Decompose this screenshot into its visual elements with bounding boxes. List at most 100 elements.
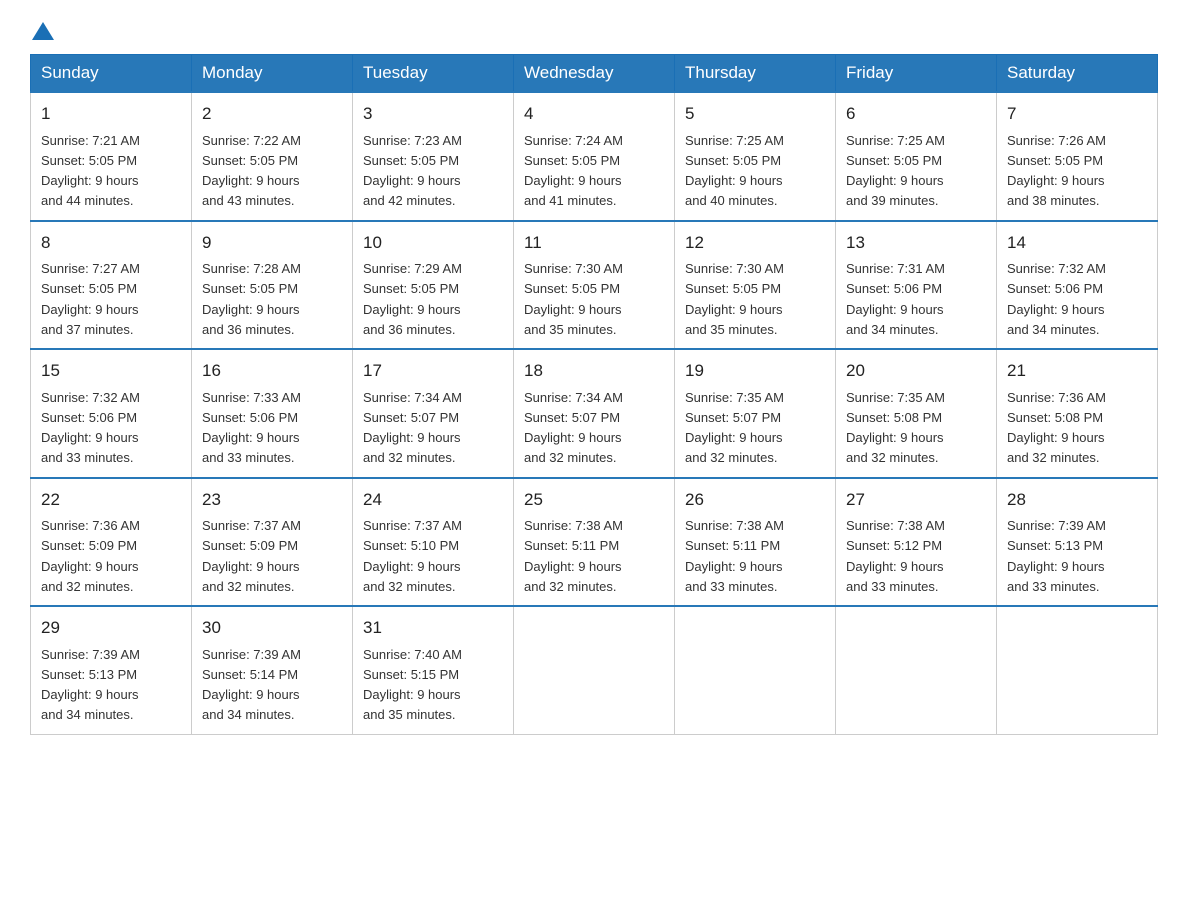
day-number: 31 bbox=[363, 615, 503, 641]
day-info: Sunrise: 7:30 AMSunset: 5:05 PMDaylight:… bbox=[524, 261, 623, 337]
day-number: 20 bbox=[846, 358, 986, 384]
calendar-day-cell: 18 Sunrise: 7:34 AMSunset: 5:07 PMDaylig… bbox=[514, 349, 675, 478]
calendar-day-cell: 27 Sunrise: 7:38 AMSunset: 5:12 PMDaylig… bbox=[836, 478, 997, 607]
day-number: 5 bbox=[685, 101, 825, 127]
day-info: Sunrise: 7:38 AMSunset: 5:12 PMDaylight:… bbox=[846, 518, 945, 594]
calendar-day-cell: 29 Sunrise: 7:39 AMSunset: 5:13 PMDaylig… bbox=[31, 606, 192, 734]
day-number: 4 bbox=[524, 101, 664, 127]
logo-triangle-icon bbox=[32, 22, 54, 40]
day-number: 30 bbox=[202, 615, 342, 641]
calendar-day-cell: 22 Sunrise: 7:36 AMSunset: 5:09 PMDaylig… bbox=[31, 478, 192, 607]
day-info: Sunrise: 7:39 AMSunset: 5:13 PMDaylight:… bbox=[41, 647, 140, 723]
day-number: 6 bbox=[846, 101, 986, 127]
day-info: Sunrise: 7:26 AMSunset: 5:05 PMDaylight:… bbox=[1007, 133, 1106, 209]
day-number: 1 bbox=[41, 101, 181, 127]
day-info: Sunrise: 7:34 AMSunset: 5:07 PMDaylight:… bbox=[524, 390, 623, 466]
calendar-day-cell: 2 Sunrise: 7:22 AMSunset: 5:05 PMDayligh… bbox=[192, 92, 353, 221]
day-info: Sunrise: 7:30 AMSunset: 5:05 PMDaylight:… bbox=[685, 261, 784, 337]
calendar-day-cell: 30 Sunrise: 7:39 AMSunset: 5:14 PMDaylig… bbox=[192, 606, 353, 734]
day-info: Sunrise: 7:28 AMSunset: 5:05 PMDaylight:… bbox=[202, 261, 301, 337]
day-number: 29 bbox=[41, 615, 181, 641]
calendar-day-cell bbox=[997, 606, 1158, 734]
day-number: 16 bbox=[202, 358, 342, 384]
calendar-day-cell: 15 Sunrise: 7:32 AMSunset: 5:06 PMDaylig… bbox=[31, 349, 192, 478]
day-info: Sunrise: 7:37 AMSunset: 5:09 PMDaylight:… bbox=[202, 518, 301, 594]
day-header-friday: Friday bbox=[836, 55, 997, 93]
day-info: Sunrise: 7:21 AMSunset: 5:05 PMDaylight:… bbox=[41, 133, 140, 209]
calendar-week-row: 15 Sunrise: 7:32 AMSunset: 5:06 PMDaylig… bbox=[31, 349, 1158, 478]
page-header bbox=[30, 20, 1158, 36]
day-number: 26 bbox=[685, 487, 825, 513]
day-info: Sunrise: 7:27 AMSunset: 5:05 PMDaylight:… bbox=[41, 261, 140, 337]
day-header-saturday: Saturday bbox=[997, 55, 1158, 93]
calendar-day-cell bbox=[514, 606, 675, 734]
day-number: 8 bbox=[41, 230, 181, 256]
day-number: 21 bbox=[1007, 358, 1147, 384]
day-number: 11 bbox=[524, 230, 664, 256]
day-info: Sunrise: 7:39 AMSunset: 5:13 PMDaylight:… bbox=[1007, 518, 1106, 594]
calendar-day-cell: 7 Sunrise: 7:26 AMSunset: 5:05 PMDayligh… bbox=[997, 92, 1158, 221]
day-info: Sunrise: 7:32 AMSunset: 5:06 PMDaylight:… bbox=[41, 390, 140, 466]
calendar-table: SundayMondayTuesdayWednesdayThursdayFrid… bbox=[30, 54, 1158, 735]
calendar-day-cell bbox=[836, 606, 997, 734]
day-info: Sunrise: 7:32 AMSunset: 5:06 PMDaylight:… bbox=[1007, 261, 1106, 337]
day-info: Sunrise: 7:36 AMSunset: 5:08 PMDaylight:… bbox=[1007, 390, 1106, 466]
calendar-day-cell: 4 Sunrise: 7:24 AMSunset: 5:05 PMDayligh… bbox=[514, 92, 675, 221]
day-number: 10 bbox=[363, 230, 503, 256]
day-info: Sunrise: 7:38 AMSunset: 5:11 PMDaylight:… bbox=[524, 518, 623, 594]
calendar-day-cell: 20 Sunrise: 7:35 AMSunset: 5:08 PMDaylig… bbox=[836, 349, 997, 478]
calendar-day-cell: 10 Sunrise: 7:29 AMSunset: 5:05 PMDaylig… bbox=[353, 221, 514, 350]
day-info: Sunrise: 7:39 AMSunset: 5:14 PMDaylight:… bbox=[202, 647, 301, 723]
day-info: Sunrise: 7:31 AMSunset: 5:06 PMDaylight:… bbox=[846, 261, 945, 337]
calendar-day-cell: 21 Sunrise: 7:36 AMSunset: 5:08 PMDaylig… bbox=[997, 349, 1158, 478]
calendar-day-cell: 13 Sunrise: 7:31 AMSunset: 5:06 PMDaylig… bbox=[836, 221, 997, 350]
day-number: 28 bbox=[1007, 487, 1147, 513]
day-info: Sunrise: 7:37 AMSunset: 5:10 PMDaylight:… bbox=[363, 518, 462, 594]
day-number: 7 bbox=[1007, 101, 1147, 127]
day-info: Sunrise: 7:35 AMSunset: 5:07 PMDaylight:… bbox=[685, 390, 784, 466]
day-info: Sunrise: 7:23 AMSunset: 5:05 PMDaylight:… bbox=[363, 133, 462, 209]
calendar-header-row: SundayMondayTuesdayWednesdayThursdayFrid… bbox=[31, 55, 1158, 93]
day-info: Sunrise: 7:25 AMSunset: 5:05 PMDaylight:… bbox=[685, 133, 784, 209]
calendar-day-cell: 19 Sunrise: 7:35 AMSunset: 5:07 PMDaylig… bbox=[675, 349, 836, 478]
logo bbox=[30, 20, 54, 36]
calendar-day-cell: 12 Sunrise: 7:30 AMSunset: 5:05 PMDaylig… bbox=[675, 221, 836, 350]
calendar-day-cell: 14 Sunrise: 7:32 AMSunset: 5:06 PMDaylig… bbox=[997, 221, 1158, 350]
day-info: Sunrise: 7:22 AMSunset: 5:05 PMDaylight:… bbox=[202, 133, 301, 209]
day-number: 2 bbox=[202, 101, 342, 127]
day-number: 17 bbox=[363, 358, 503, 384]
day-header-tuesday: Tuesday bbox=[353, 55, 514, 93]
day-number: 9 bbox=[202, 230, 342, 256]
day-info: Sunrise: 7:33 AMSunset: 5:06 PMDaylight:… bbox=[202, 390, 301, 466]
day-number: 23 bbox=[202, 487, 342, 513]
day-header-wednesday: Wednesday bbox=[514, 55, 675, 93]
calendar-week-row: 1 Sunrise: 7:21 AMSunset: 5:05 PMDayligh… bbox=[31, 92, 1158, 221]
day-number: 3 bbox=[363, 101, 503, 127]
calendar-day-cell: 25 Sunrise: 7:38 AMSunset: 5:11 PMDaylig… bbox=[514, 478, 675, 607]
day-info: Sunrise: 7:29 AMSunset: 5:05 PMDaylight:… bbox=[363, 261, 462, 337]
calendar-day-cell: 6 Sunrise: 7:25 AMSunset: 5:05 PMDayligh… bbox=[836, 92, 997, 221]
day-number: 19 bbox=[685, 358, 825, 384]
day-info: Sunrise: 7:24 AMSunset: 5:05 PMDaylight:… bbox=[524, 133, 623, 209]
calendar-week-row: 22 Sunrise: 7:36 AMSunset: 5:09 PMDaylig… bbox=[31, 478, 1158, 607]
day-number: 15 bbox=[41, 358, 181, 384]
day-number: 14 bbox=[1007, 230, 1147, 256]
day-number: 27 bbox=[846, 487, 986, 513]
calendar-day-cell: 1 Sunrise: 7:21 AMSunset: 5:05 PMDayligh… bbox=[31, 92, 192, 221]
calendar-week-row: 29 Sunrise: 7:39 AMSunset: 5:13 PMDaylig… bbox=[31, 606, 1158, 734]
day-header-monday: Monday bbox=[192, 55, 353, 93]
day-info: Sunrise: 7:25 AMSunset: 5:05 PMDaylight:… bbox=[846, 133, 945, 209]
calendar-day-cell: 24 Sunrise: 7:37 AMSunset: 5:10 PMDaylig… bbox=[353, 478, 514, 607]
day-info: Sunrise: 7:36 AMSunset: 5:09 PMDaylight:… bbox=[41, 518, 140, 594]
day-info: Sunrise: 7:34 AMSunset: 5:07 PMDaylight:… bbox=[363, 390, 462, 466]
day-number: 22 bbox=[41, 487, 181, 513]
calendar-day-cell: 16 Sunrise: 7:33 AMSunset: 5:06 PMDaylig… bbox=[192, 349, 353, 478]
day-info: Sunrise: 7:38 AMSunset: 5:11 PMDaylight:… bbox=[685, 518, 784, 594]
day-info: Sunrise: 7:40 AMSunset: 5:15 PMDaylight:… bbox=[363, 647, 462, 723]
day-header-sunday: Sunday bbox=[31, 55, 192, 93]
day-number: 13 bbox=[846, 230, 986, 256]
calendar-day-cell: 8 Sunrise: 7:27 AMSunset: 5:05 PMDayligh… bbox=[31, 221, 192, 350]
day-number: 18 bbox=[524, 358, 664, 384]
day-number: 24 bbox=[363, 487, 503, 513]
calendar-day-cell: 9 Sunrise: 7:28 AMSunset: 5:05 PMDayligh… bbox=[192, 221, 353, 350]
